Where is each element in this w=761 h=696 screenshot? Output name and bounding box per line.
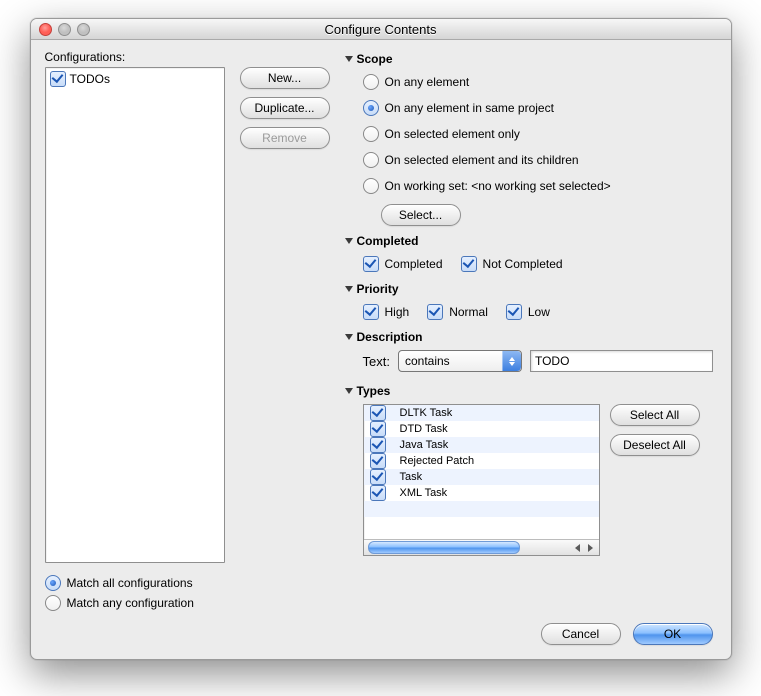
duplicate-button[interactable]: Duplicate... [240,97,330,119]
configure-contents-window: Configure Contents Configurations: TODOs… [30,18,732,660]
configuration-item-label: TODOs [70,72,110,86]
type-row[interactable]: Java Task [364,437,599,453]
window-title: Configure Contents [324,22,436,37]
type-label: Rejected Patch [400,455,475,467]
scope-header[interactable]: Scope [345,52,713,66]
zoom-icon[interactable] [77,23,90,36]
types-header[interactable]: Types [345,384,713,398]
scroll-left-icon[interactable] [571,541,584,554]
scope-selected-children-radio[interactable] [363,152,379,168]
close-icon[interactable] [39,23,52,36]
scope-selected-only-radio[interactable] [363,126,379,142]
type-row[interactable]: Task [364,469,599,485]
priority-header[interactable]: Priority [345,282,713,296]
configurations-label: Configurations: [45,50,225,64]
disclosure-triangle-icon [345,334,353,340]
type-label: XML Task [400,487,448,499]
horizontal-scrollbar[interactable] [364,539,599,555]
type-checkbox[interactable] [370,469,386,485]
minimize-icon[interactable] [58,23,71,36]
type-label: Java Task [400,439,449,451]
select-all-button[interactable]: Select All [610,404,700,426]
not-completed-checkbox[interactable] [461,256,477,272]
priority-high-checkbox[interactable] [363,304,379,320]
disclosure-triangle-icon [345,238,353,244]
match-all-radio[interactable] [45,575,61,591]
type-checkbox[interactable] [370,421,386,437]
type-label: DTD Task [400,423,448,435]
configurations-list[interactable]: TODOs [45,67,225,563]
type-row[interactable]: XML Task [364,485,599,501]
description-header[interactable]: Description [345,330,713,344]
titlebar[interactable]: Configure Contents [31,19,731,40]
popup-arrows-icon [502,351,521,371]
description-operator-popup[interactable]: contains [398,350,522,372]
disclosure-triangle-icon [345,388,353,394]
ok-button[interactable]: OK [633,623,713,645]
priority-low-checkbox[interactable] [506,304,522,320]
deselect-all-button[interactable]: Deselect All [610,434,700,456]
select-working-set-button[interactable]: Select... [381,204,461,226]
remove-button[interactable]: Remove [240,127,330,149]
type-row[interactable]: DLTK Task [364,405,599,421]
type-row [364,517,599,533]
scrollbar-thumb[interactable] [368,541,520,554]
disclosure-triangle-icon [345,286,353,292]
scope-any-element-radio[interactable] [363,74,379,90]
type-label: Task [400,471,423,483]
scroll-right-icon[interactable] [584,541,597,554]
type-row[interactable]: Rejected Patch [364,453,599,469]
description-text-input[interactable] [530,350,713,372]
description-text-label: Text: [363,354,390,369]
type-checkbox[interactable] [370,405,386,421]
type-checkbox[interactable] [370,437,386,453]
cancel-button[interactable]: Cancel [541,623,621,645]
match-any-label: Match any configuration [67,596,194,610]
match-any-radio[interactable] [45,595,61,611]
type-row[interactable]: DTD Task [364,421,599,437]
new-button[interactable]: New... [240,67,330,89]
type-checkbox[interactable] [370,453,386,469]
scope-same-project-radio[interactable] [363,100,379,116]
priority-normal-checkbox[interactable] [427,304,443,320]
type-label: DLTK Task [400,407,453,419]
disclosure-triangle-icon [345,56,353,62]
type-row [364,501,599,517]
completed-checkbox[interactable] [363,256,379,272]
types-list[interactable]: DLTK Task DTD Task Java Task Rejected Patch… [363,404,600,556]
scope-working-set-radio[interactable] [363,178,379,194]
completed-header[interactable]: Completed [345,234,713,248]
type-checkbox[interactable] [370,485,386,501]
match-all-label: Match all configurations [67,576,193,590]
configuration-checkbox[interactable] [50,71,66,87]
configuration-item[interactable]: TODOs [50,70,220,88]
